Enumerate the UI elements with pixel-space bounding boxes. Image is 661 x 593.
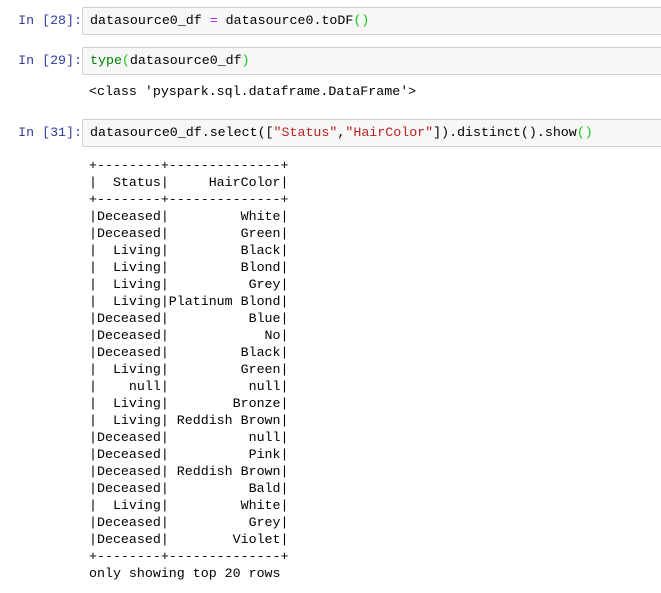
table-row: |Deceased| Pink| bbox=[89, 447, 289, 462]
table-row: |Deceased| White| bbox=[89, 209, 289, 224]
table-row: | Living| Blond| bbox=[89, 260, 289, 275]
table-row: | Living| Black| bbox=[89, 243, 289, 258]
code-input-28[interactable]: datasource0_df = datasource0.toDF() bbox=[82, 7, 661, 35]
code-input-29[interactable]: type(datasource0_df) bbox=[82, 47, 661, 75]
table-row: | Living| Grey| bbox=[89, 277, 289, 292]
output-29: <class 'pyspark.sql.dataframe.DataFrame'… bbox=[89, 84, 417, 99]
table-border: +--------+--------------+ bbox=[89, 192, 289, 207]
table-row: | Living| Green| bbox=[89, 362, 289, 377]
table-row: | Living|Platinum Blond| bbox=[89, 294, 289, 309]
table-row: |Deceased| Blue| bbox=[89, 311, 289, 326]
table-row: | Living| Bronze| bbox=[89, 396, 289, 411]
table-row: | Living| White| bbox=[89, 498, 289, 513]
table-row: |Deceased| Grey| bbox=[89, 515, 289, 530]
table-row: | Living| Reddish Brown| bbox=[89, 413, 289, 428]
prompt-31: In [31]: bbox=[18, 125, 82, 140]
table-row: |Deceased| Violet| bbox=[89, 532, 289, 547]
prompt-28: In [28]: bbox=[18, 13, 82, 28]
table-border: +--------+--------------+ bbox=[89, 158, 289, 173]
table-row: |Deceased| Reddish Brown| bbox=[89, 464, 289, 479]
table-header: | Status| HairColor| bbox=[89, 175, 289, 190]
table-row: |Deceased| Black| bbox=[89, 345, 289, 360]
table-row: |Deceased| null| bbox=[89, 430, 289, 445]
table-row: |Deceased| No| bbox=[89, 328, 289, 343]
prompt-29: In [29]: bbox=[18, 53, 82, 68]
table-row: | null| null| bbox=[89, 379, 289, 394]
table-row: |Deceased| Bald| bbox=[89, 481, 289, 496]
table-row: |Deceased| Green| bbox=[89, 226, 289, 241]
code-input-31[interactable]: datasource0_df.select(["Status","HairCol… bbox=[82, 119, 661, 147]
table-border: +--------+--------------+ bbox=[89, 549, 289, 564]
table-footer: only showing top 20 rows bbox=[89, 566, 281, 581]
output-table-31: +--------+--------------+ | Status| HairC… bbox=[89, 157, 289, 582]
